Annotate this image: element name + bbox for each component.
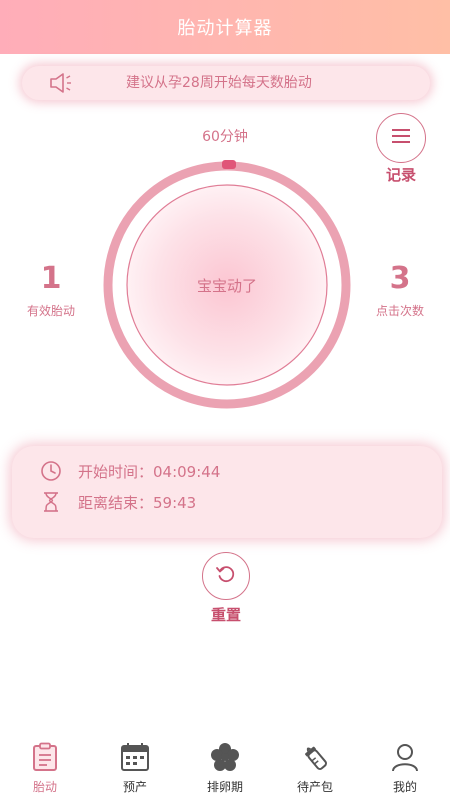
remaining-time-text: 距离结束：59:43 (78, 493, 197, 512)
tab-hospital-bag[interactable]: 待产包 (270, 735, 360, 800)
speaker-icon (48, 71, 78, 95)
duration-label: 60分钟 (202, 129, 248, 145)
hourglass-icon (40, 491, 62, 513)
click-count-stat: 3 点击次数 (355, 262, 445, 319)
click-count: 3 (389, 261, 411, 296)
tab-label: 待产包 (296, 780, 333, 794)
list-icon (390, 127, 412, 149)
bottom-tab-bar: 胎动 预产 排卵期 待产包 我的 (0, 735, 450, 800)
record-label[interactable]: 记录 (376, 164, 426, 185)
click-count-label: 点击次数 (375, 304, 424, 318)
effective-movements-count: 1 (40, 261, 62, 296)
tab-label: 我的 (392, 780, 417, 794)
refresh-icon (214, 562, 238, 590)
reset-label[interactable]: 重置 (196, 604, 256, 625)
tip-banner: 建议从孕28周开始每天数胎动 (22, 66, 430, 100)
tab-fetal-movement[interactable]: 胎动 (0, 735, 90, 800)
tab-label: 排卵期 (206, 780, 243, 794)
header-bar: 胎动计算器 (0, 0, 450, 54)
tab-mine[interactable]: 我的 (360, 735, 450, 800)
tab-due-date[interactable]: 预产 (90, 735, 180, 800)
user-icon (389, 741, 421, 773)
start-time-row: 开始时间：04:09:44 (40, 458, 220, 484)
baby-moved-button[interactable]: 宝宝动了 (127, 185, 327, 385)
page-title: 胎动计算器 (177, 18, 273, 39)
tab-label: 胎动 (32, 780, 57, 794)
start-time-text: 开始时间：04:09:44 (78, 462, 221, 481)
flower-icon (209, 741, 241, 773)
tip-text: 建议从孕28周开始每天数胎动 (126, 75, 312, 91)
record-button[interactable] (376, 113, 426, 163)
progress-marker (222, 160, 236, 169)
tab-label: 预产 (122, 780, 147, 794)
clock-icon (40, 460, 62, 482)
effective-movements-stat: 1 有效胎动 (6, 262, 96, 319)
baby-moved-label: 宝宝动了 (196, 276, 257, 295)
remaining-time-row: 距离结束：59:43 (40, 489, 196, 515)
tab-ovulation[interactable]: 排卵期 (180, 735, 270, 800)
reset-button[interactable] (202, 552, 250, 600)
calendar-icon (119, 741, 151, 773)
baby-bottle-icon (299, 741, 331, 773)
clipboard-icon (29, 741, 61, 773)
effective-movements-label: 有效胎动 (26, 304, 75, 318)
